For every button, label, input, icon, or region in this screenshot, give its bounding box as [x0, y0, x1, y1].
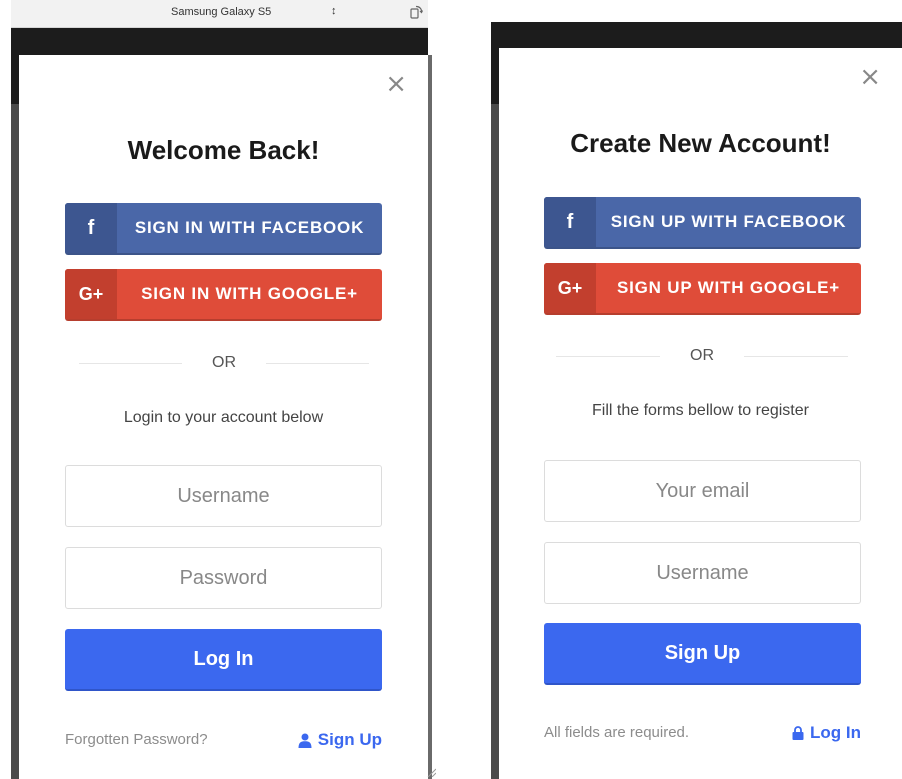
facebook-signin-label: SIGN IN WITH FACEBOOK — [134, 218, 365, 237]
login-link-label: Log In — [810, 723, 861, 742]
register-modal: × Create New Account! f SIGN UP WITH FAC… — [499, 48, 902, 779]
or-divider: OR — [79, 353, 369, 373]
password-input[interactable] — [65, 547, 382, 609]
login-button[interactable]: Log In — [65, 629, 382, 691]
user-icon — [298, 733, 312, 748]
divider-line — [79, 362, 182, 364]
login-subtitle: Login to your account below — [123, 409, 324, 426]
scrollbar[interactable] — [428, 55, 432, 779]
device-toolbar: Samsung Galaxy S5 ↕ — [11, 0, 428, 28]
forgot-password-link[interactable]: Forgotten Password? — [65, 731, 208, 748]
username-input[interactable] — [65, 465, 382, 527]
google-plus-icon: G+ — [544, 263, 596, 313]
or-label: OR — [212, 354, 236, 371]
or-divider: OR — [556, 346, 848, 366]
username-input[interactable] — [544, 542, 861, 604]
facebook-signup-label: SIGN UP WITH FACEBOOK — [610, 212, 847, 231]
stage: Samsung Galaxy S5 ↕ × Welcome Back! f SI… — [0, 0, 902, 779]
backdrop-edge — [11, 104, 19, 779]
google-plus-icon: G+ — [65, 269, 117, 319]
lock-icon — [792, 726, 804, 740]
divider-line — [556, 355, 660, 357]
facebook-icon: f — [544, 197, 596, 247]
divider-line — [744, 355, 848, 357]
register-subtitle: Fill the forms bellow to register — [592, 402, 809, 419]
login-link[interactable]: Log In — [792, 723, 861, 743]
signup-button[interactable]: Sign Up — [544, 623, 861, 685]
close-button[interactable]: × — [385, 71, 407, 97]
or-label: OR — [690, 347, 714, 364]
backdrop-edge — [491, 104, 499, 779]
email-input[interactable] — [544, 460, 861, 522]
google-signin-label: SIGN IN WITH GOOGLE+ — [141, 284, 358, 303]
rotate-icon[interactable] — [409, 5, 423, 19]
signup-link[interactable]: Sign Up — [298, 730, 382, 750]
facebook-signin-button[interactable]: f SIGN IN WITH FACEBOOK — [65, 203, 382, 255]
google-signup-button[interactable]: G+ SIGN UP WITH GOOGLE+ — [544, 263, 861, 315]
facebook-icon: f — [65, 203, 117, 253]
modal-title: Create New Account! — [570, 128, 831, 158]
device-select-arrows-icon[interactable]: ↕ — [331, 5, 337, 17]
google-signin-button[interactable]: G+ SIGN IN WITH GOOGLE+ — [65, 269, 382, 321]
login-modal: × Welcome Back! f SIGN IN WITH FACEBOOK … — [19, 55, 436, 779]
device-select[interactable]: Samsung Galaxy S5 — [171, 6, 271, 18]
modal-title: Welcome Back! — [127, 135, 320, 165]
divider-line — [266, 362, 369, 364]
facebook-signup-button[interactable]: f SIGN UP WITH FACEBOOK — [544, 197, 861, 249]
signup-link-label: Sign Up — [317, 730, 382, 749]
required-fields-note: All fields are required. — [544, 724, 690, 741]
close-button[interactable]: × — [859, 64, 881, 90]
google-signup-label: SIGN UP WITH GOOGLE+ — [616, 278, 840, 297]
resize-grip-icon[interactable] — [426, 767, 436, 777]
